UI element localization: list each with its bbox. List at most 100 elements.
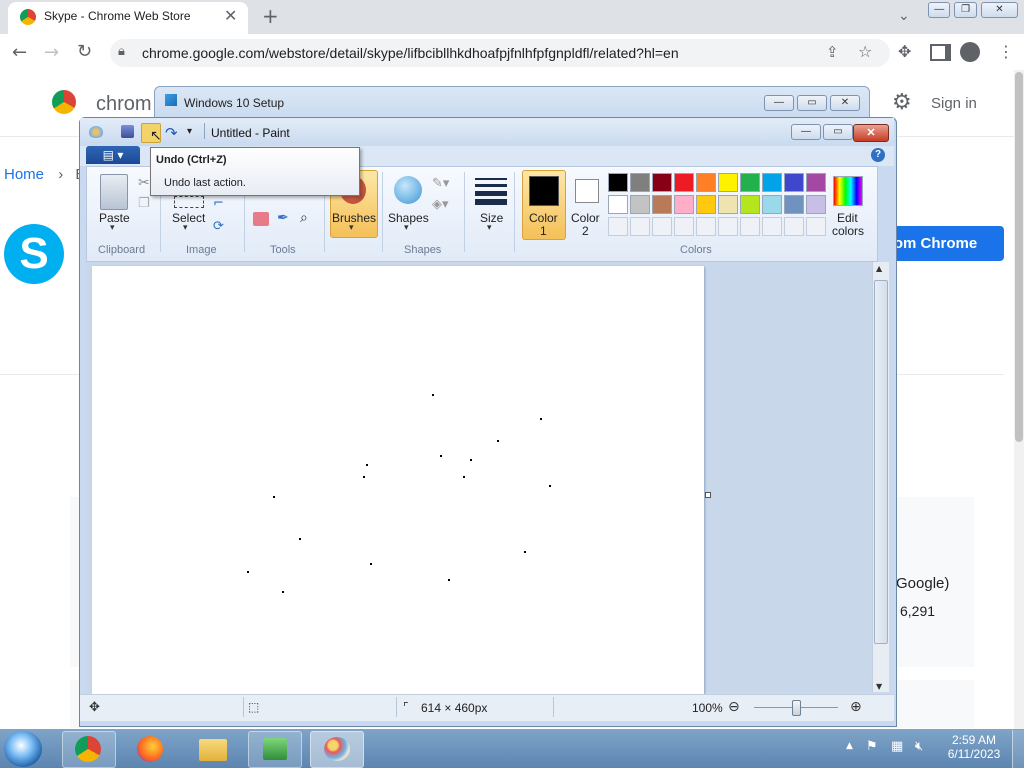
palette-swatch[interactable] [718,195,738,214]
cut-icon[interactable]: ✂ [138,175,150,191]
palette-swatch[interactable] [630,195,650,214]
close-button[interactable]: ✕ [980,2,1018,18]
url-text[interactable]: chrome.google.com/webstore/detail/skype/… [142,45,679,61]
eraser-icon[interactable] [253,212,269,226]
palette-swatch[interactable] [718,173,738,192]
webstore-logo-icon[interactable] [52,90,76,114]
setup-minimize-button[interactable]: — [764,95,794,111]
start-button[interactable] [4,731,42,767]
profile-avatar-icon[interactable] [960,42,980,62]
color2-label-number[interactable]: 2 [582,224,589,238]
scroll-up-icon[interactable]: ▲ [876,264,882,273]
palette-custom-slot[interactable] [806,217,826,236]
edit-colors-icon[interactable] [833,176,863,206]
setup-maximize-button[interactable]: ▭ [797,95,827,111]
palette-swatch[interactable] [740,173,760,192]
extensions-icon[interactable]: ✥ [898,42,911,61]
color2-label[interactable]: Color [571,211,600,225]
action-center-flag-icon[interactable]: ⚑ [866,739,878,754]
copy-icon[interactable]: ❐ [138,196,150,211]
palette-swatch[interactable] [652,173,672,192]
taskbar-paint[interactable] [310,731,364,768]
paint-maximize-button[interactable]: ▭ [823,124,853,140]
zoom-slider-thumb[interactable] [792,700,801,716]
drawing-canvas[interactable] [92,266,704,694]
scroll-down-icon[interactable]: ▼ [876,682,882,691]
palette-swatch[interactable] [630,173,650,192]
shapes-icon[interactable] [394,176,422,204]
palette-swatch[interactable] [674,195,694,214]
close-tab-icon[interactable]: ✕ [224,6,237,25]
save-icon[interactable] [121,125,134,138]
edit-colors-label-2[interactable]: colors [832,224,864,238]
palette-swatch[interactable] [674,173,694,192]
minimize-button[interactable]: — [928,2,951,18]
paint-app-icon[interactable] [89,126,103,138]
settings-gear-icon[interactable]: ⚙ [892,90,912,115]
outline-icon[interactable]: ✎▾ [432,176,449,191]
show-desktop-button[interactable] [1012,730,1024,768]
palette-custom-slot[interactable] [674,217,694,236]
paste-icon[interactable] [100,174,128,210]
palette-custom-slot[interactable] [762,217,782,236]
fill-icon[interactable]: ◈▾ [432,197,449,212]
palette-swatch[interactable] [806,173,826,192]
color2-swatch[interactable] [575,179,599,203]
menu-kebab-icon[interactable]: ⋮ [998,42,1014,61]
bookmark-star-icon[interactable]: ☆ [858,42,872,61]
color-picker-icon[interactable]: ✒ [277,210,289,226]
paint-minimize-button[interactable]: — [791,124,821,140]
webstore-title[interactable]: chrom [96,93,152,116]
palette-custom-slot[interactable] [608,217,628,236]
palette-swatch[interactable] [652,195,672,214]
palette-swatch[interactable] [608,173,628,192]
tab-search-icon[interactable]: ⌄ [898,8,910,24]
palette-swatch[interactable] [762,195,782,214]
side-panel-icon[interactable] [930,44,951,61]
back-icon[interactable]: ← [12,42,27,63]
zoom-out-icon[interactable]: ⊖ [728,699,740,715]
page-scrollbar-thumb[interactable] [1015,72,1023,442]
palette-custom-slot[interactable] [740,217,760,236]
palette-custom-slot[interactable] [784,217,804,236]
taskbar-clock[interactable]: 2:59 AM 6/11/2023 [944,733,1004,761]
zoom-in-icon[interactable]: ⊕ [850,699,862,715]
canvas-resize-handle[interactable] [705,492,711,498]
network-icon[interactable]: ▦ [891,739,903,754]
select-button-label[interactable]: Select [172,211,205,225]
magnifier-icon[interactable]: ⌕ [300,210,308,226]
palette-swatch[interactable] [740,195,760,214]
palette-swatch[interactable] [608,195,628,214]
size-dropdown-icon[interactable]: ▾ [487,223,492,233]
taskbar-setup[interactable] [248,731,302,768]
taskbar-explorer[interactable] [186,731,240,768]
taskbar-firefox[interactable] [124,731,178,768]
edit-colors-label[interactable]: Edit [837,211,858,225]
reload-icon[interactable]: ↻ [77,41,92,62]
palette-swatch[interactable] [806,195,826,214]
add-to-chrome-button[interactable]: rom Chrome [880,226,1004,261]
palette-swatch[interactable] [696,173,716,192]
shapes-dropdown-icon[interactable]: ▾ [404,223,409,233]
palette-custom-slot[interactable] [696,217,716,236]
palette-swatch[interactable] [784,173,804,192]
setup-close-button[interactable]: ✕ [830,95,860,111]
palette-swatch[interactable] [696,195,716,214]
lock-icon[interactable]: 🔒︎ [118,44,125,59]
redo-icon[interactable]: ↷ [165,124,178,142]
forward-icon[interactable]: → [44,42,59,63]
help-icon[interactable]: ? [871,148,885,162]
new-tab-button[interactable]: + [262,4,279,28]
crop-icon[interactable]: ⌐ [213,196,224,211]
rotate-icon[interactable]: ⟳ [213,219,224,234]
palette-custom-slot[interactable] [630,217,650,236]
sign-in-link[interactable]: Sign in [931,95,977,112]
customize-toolbar-icon[interactable]: ▾ [187,126,192,137]
breadcrumb-home-link[interactable]: Home [4,166,44,183]
volume-muted-icon[interactable]: 🔇︎ [915,739,923,754]
palette-swatch[interactable] [784,195,804,214]
select-dropdown-icon[interactable]: ▾ [183,223,188,233]
paint-file-menu-button[interactable]: ▤ ▾ [86,146,140,164]
paste-dropdown-icon[interactable]: ▾ [110,223,115,233]
show-hidden-icons-icon[interactable]: ▲ [846,741,853,751]
